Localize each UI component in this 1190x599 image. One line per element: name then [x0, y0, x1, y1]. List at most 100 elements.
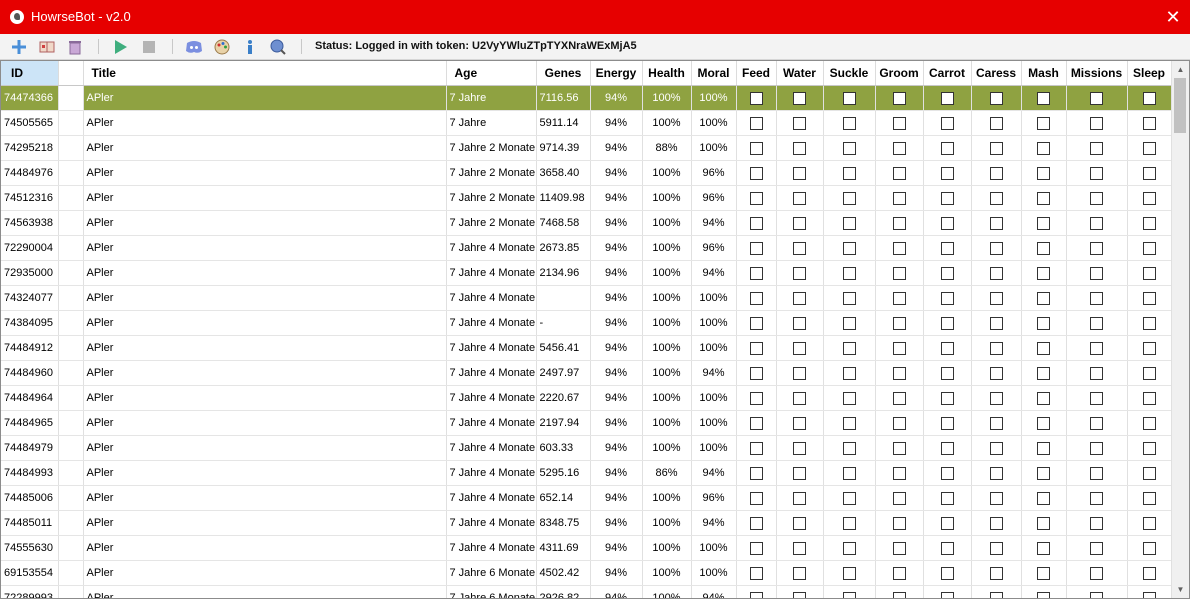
missions-checkbox[interactable] [1090, 341, 1103, 355]
column-header-health[interactable]: Health [642, 61, 692, 86]
mash-checkbox[interactable] [1037, 266, 1050, 280]
missions-checkbox[interactable] [1090, 491, 1103, 505]
table-row[interactable]: 74484964 APler 7 Jahre 4 Monate 2220.67 94% 1… [1, 385, 1172, 411]
caress-checkbox[interactable] [989, 466, 1003, 480]
discord-icon[interactable] [185, 38, 203, 56]
mash-checkbox[interactable] [1037, 441, 1050, 455]
carrot-checkbox[interactable] [940, 591, 954, 598]
table-row[interactable]: 74485011 APler 7 Jahre 4 Monate 8348.75 94% 1… [1, 510, 1172, 536]
feed-checkbox[interactable] [749, 266, 763, 280]
suckle-checkbox[interactable] [842, 566, 856, 580]
water-checkbox[interactable] [793, 91, 806, 105]
caress-checkbox[interactable] [989, 441, 1003, 455]
mash-checkbox[interactable] [1037, 191, 1050, 205]
mash-checkbox[interactable] [1037, 516, 1050, 530]
caress-checkbox[interactable] [989, 416, 1003, 430]
column-header-missions[interactable]: Missions [1066, 61, 1128, 86]
groom-checkbox[interactable] [892, 516, 906, 530]
suckle-checkbox[interactable] [842, 141, 856, 155]
groom-checkbox[interactable] [892, 541, 906, 555]
water-checkbox[interactable] [793, 566, 806, 580]
feed-checkbox[interactable] [749, 391, 763, 405]
sleep-checkbox[interactable] [1142, 566, 1156, 580]
suckle-checkbox[interactable] [842, 316, 856, 330]
sleep-checkbox[interactable] [1142, 291, 1156, 305]
table-row[interactable]: 74474366 APler 7 Jahre 7116.56 94% 100% 100% [1, 85, 1172, 111]
missions-checkbox[interactable] [1090, 541, 1103, 555]
water-checkbox[interactable] [793, 116, 806, 130]
column-header-sleep[interactable]: Sleep [1127, 61, 1172, 86]
vertical-scrollbar[interactable]: ▲ ▼ [1171, 61, 1189, 598]
feed-checkbox[interactable] [749, 416, 763, 430]
table-row[interactable]: 74484960 APler 7 Jahre 4 Monate 2497.97 94% 1… [1, 360, 1172, 386]
mash-checkbox[interactable] [1037, 416, 1050, 430]
carrot-checkbox[interactable] [940, 441, 954, 455]
carrot-checkbox[interactable] [940, 341, 954, 355]
palette-icon[interactable] [213, 38, 231, 56]
feed-checkbox[interactable] [749, 166, 763, 180]
mash-checkbox[interactable] [1037, 291, 1050, 305]
caress-checkbox[interactable] [989, 166, 1003, 180]
sleep-checkbox[interactable] [1142, 541, 1156, 555]
stop-icon[interactable] [140, 38, 158, 56]
table-row[interactable]: 74484976 APler 7 Jahre 2 Monate 3658.40 94% 1… [1, 160, 1172, 186]
suckle-checkbox[interactable] [842, 591, 856, 598]
suckle-checkbox[interactable] [842, 466, 856, 480]
sleep-checkbox[interactable] [1142, 241, 1156, 255]
missions-checkbox[interactable] [1090, 591, 1103, 598]
mash-checkbox[interactable] [1037, 566, 1050, 580]
groom-checkbox[interactable] [892, 191, 906, 205]
missions-checkbox[interactable] [1090, 416, 1103, 430]
info-icon[interactable] [241, 38, 259, 56]
table-row[interactable]: 72935000 APler 7 Jahre 4 Monate 2134.96 94% 1… [1, 260, 1172, 286]
caress-checkbox[interactable] [989, 491, 1003, 505]
mash-checkbox[interactable] [1037, 116, 1050, 130]
column-header-title[interactable]: Title [83, 61, 447, 86]
sleep-checkbox[interactable] [1142, 116, 1156, 130]
caress-checkbox[interactable] [989, 266, 1003, 280]
feed-checkbox[interactable] [749, 516, 763, 530]
caress-checkbox[interactable] [989, 291, 1003, 305]
feed-checkbox[interactable] [749, 541, 763, 555]
missions-checkbox[interactable] [1090, 316, 1103, 330]
water-checkbox[interactable] [793, 241, 806, 255]
scrollbar-thumb[interactable] [1174, 78, 1186, 133]
mash-checkbox[interactable] [1037, 216, 1050, 230]
horse-grid[interactable]: ID Title Age Genes Energy Health Moral F… [0, 60, 1190, 599]
suckle-checkbox[interactable] [842, 441, 856, 455]
scroll-up-icon[interactable]: ▲ [1172, 61, 1189, 78]
carrot-checkbox[interactable] [940, 416, 954, 430]
suckle-checkbox[interactable] [842, 216, 856, 230]
water-checkbox[interactable] [793, 191, 806, 205]
groom-checkbox[interactable] [892, 566, 906, 580]
feed-checkbox[interactable] [749, 216, 763, 230]
mash-checkbox[interactable] [1037, 541, 1050, 555]
sleep-checkbox[interactable] [1142, 366, 1156, 380]
scroll-down-icon[interactable]: ▼ [1172, 581, 1189, 598]
sleep-checkbox[interactable] [1142, 266, 1156, 280]
carrot-checkbox[interactable] [940, 491, 954, 505]
table-row[interactable]: 74485006 APler 7 Jahre 4 Monate 652.14 94% 10… [1, 485, 1172, 511]
sleep-checkbox[interactable] [1142, 141, 1156, 155]
missions-checkbox[interactable] [1090, 516, 1103, 530]
feed-checkbox[interactable] [749, 191, 763, 205]
water-checkbox[interactable] [793, 416, 806, 430]
close-button[interactable]: ✕ [1156, 0, 1190, 34]
groom-checkbox[interactable] [892, 241, 906, 255]
missions-checkbox[interactable] [1090, 241, 1103, 255]
column-header-water[interactable]: Water [776, 61, 824, 86]
water-checkbox[interactable] [793, 541, 806, 555]
column-header-mash[interactable]: Mash [1021, 61, 1067, 86]
groom-checkbox[interactable] [892, 341, 906, 355]
missions-checkbox[interactable] [1090, 466, 1103, 480]
groom-checkbox[interactable] [892, 441, 906, 455]
mash-checkbox[interactable] [1037, 91, 1050, 105]
water-checkbox[interactable] [793, 316, 806, 330]
water-checkbox[interactable] [793, 591, 806, 598]
table-row[interactable]: 69153554 APler 7 Jahre 6 Monate 4502.42 94% 1… [1, 560, 1172, 586]
feed-checkbox[interactable] [749, 291, 763, 305]
add-icon[interactable] [10, 38, 28, 56]
sleep-checkbox[interactable] [1142, 216, 1156, 230]
sleep-checkbox[interactable] [1142, 91, 1156, 105]
groom-checkbox[interactable] [892, 316, 906, 330]
